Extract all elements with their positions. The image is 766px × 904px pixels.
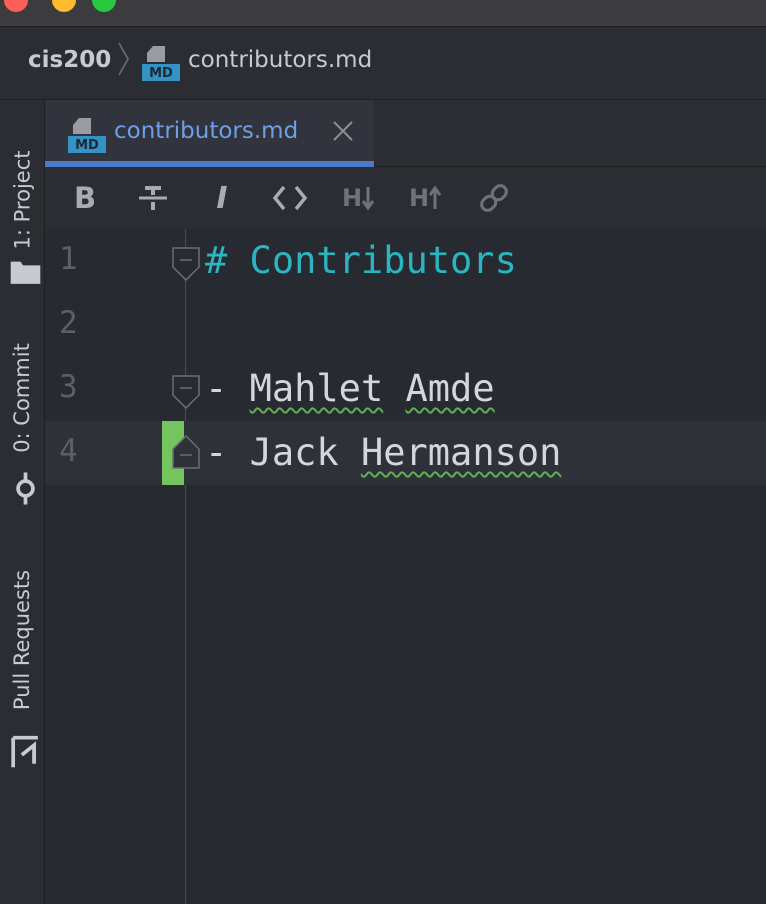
breadcrumb-project[interactable]: cis200 xyxy=(28,47,111,73)
tab-contributors-md[interactable]: MD contributors.md xyxy=(45,100,374,167)
line-number: 2 xyxy=(59,305,78,341)
arrow-up-icon xyxy=(429,185,442,209)
insert-link-button[interactable] xyxy=(475,180,513,216)
markdown-toolbar: B I H H xyxy=(45,167,766,229)
pull-requests-tool-button[interactable]: Pull Requests xyxy=(0,550,44,730)
fold-icon[interactable] xyxy=(172,247,200,281)
link-icon xyxy=(480,184,508,212)
code-icon xyxy=(272,185,308,211)
code-line[interactable]: 2 xyxy=(45,293,766,357)
commit-tool-label: 0: Commit xyxy=(10,343,35,453)
header-increase-icon: H xyxy=(408,184,430,212)
header-decrease-button[interactable]: H xyxy=(339,180,377,216)
line-number: 1 xyxy=(59,241,78,277)
window-titlebar xyxy=(0,0,766,27)
strikethrough-icon xyxy=(139,186,167,210)
code-button[interactable] xyxy=(271,180,309,216)
code-text: - Mahlet Amde xyxy=(205,367,495,410)
current-code-line[interactable]: 4 - Jack Hermanson xyxy=(45,421,766,485)
spellcheck-word: Mahlet xyxy=(249,367,384,410)
editor-area[interactable]: 1 # Contributors 2 3 - Mahlet Amde 4 - J… xyxy=(45,229,766,904)
breadcrumb-separator-icon xyxy=(118,42,129,76)
commit-icon xyxy=(16,472,35,505)
markdown-file-icon[interactable]: MD xyxy=(141,44,181,82)
tool-window-strip: 1: Project 0: Commit Pull Requests xyxy=(0,100,45,904)
code-text: # Contributors xyxy=(205,239,517,282)
pull-request-icon xyxy=(11,735,38,768)
strikethrough-button[interactable] xyxy=(134,180,172,216)
zoom-window-button[interactable] xyxy=(92,0,116,12)
list-marker: - xyxy=(205,367,250,410)
breadcrumb-file[interactable]: contributors.md xyxy=(188,47,372,73)
bold-icon: B xyxy=(73,181,97,215)
folder-icon xyxy=(10,261,41,284)
header-decrease-icon: H xyxy=(341,184,363,212)
fold-end-icon[interactable] xyxy=(172,435,200,469)
navigation-bar: cis200 MD contributors.md xyxy=(0,27,766,100)
project-tool-label: 1: Project xyxy=(10,150,34,250)
minimize-window-button[interactable] xyxy=(52,0,76,12)
tab-file-icon-label: MD xyxy=(75,138,99,153)
commit-tool-button[interactable]: 0: Commit xyxy=(0,328,44,468)
arrow-down-icon xyxy=(362,187,375,211)
spellcheck-word: Hermanson xyxy=(360,431,562,474)
code-text: - Jack Hermanson xyxy=(205,431,561,474)
code-line[interactable]: 3 - Mahlet Amde xyxy=(45,357,766,421)
bold-button[interactable]: B xyxy=(66,180,104,216)
editor-tab-bar: MD contributors.md xyxy=(45,100,766,167)
code-line[interactable]: 1 # Contributors xyxy=(45,229,766,293)
line-number: 4 xyxy=(59,433,78,469)
close-icon[interactable] xyxy=(330,118,356,144)
italic-button[interactable]: I xyxy=(203,180,241,216)
header-increase-button[interactable]: H xyxy=(406,180,444,216)
breadcrumb-file-icon-label: MD xyxy=(149,66,173,81)
list-marker: - xyxy=(205,431,250,474)
markdown-file-icon: MD xyxy=(68,118,106,153)
fold-icon[interactable] xyxy=(172,375,200,409)
spellcheck-word: Amde xyxy=(405,367,495,410)
pull-requests-tool-label: Pull Requests xyxy=(10,569,35,711)
word: Jack xyxy=(249,431,339,474)
tab-label: contributors.md xyxy=(114,118,299,144)
italic-icon: I xyxy=(216,180,228,216)
line-number: 3 xyxy=(59,369,78,405)
close-window-button[interactable] xyxy=(4,0,28,12)
